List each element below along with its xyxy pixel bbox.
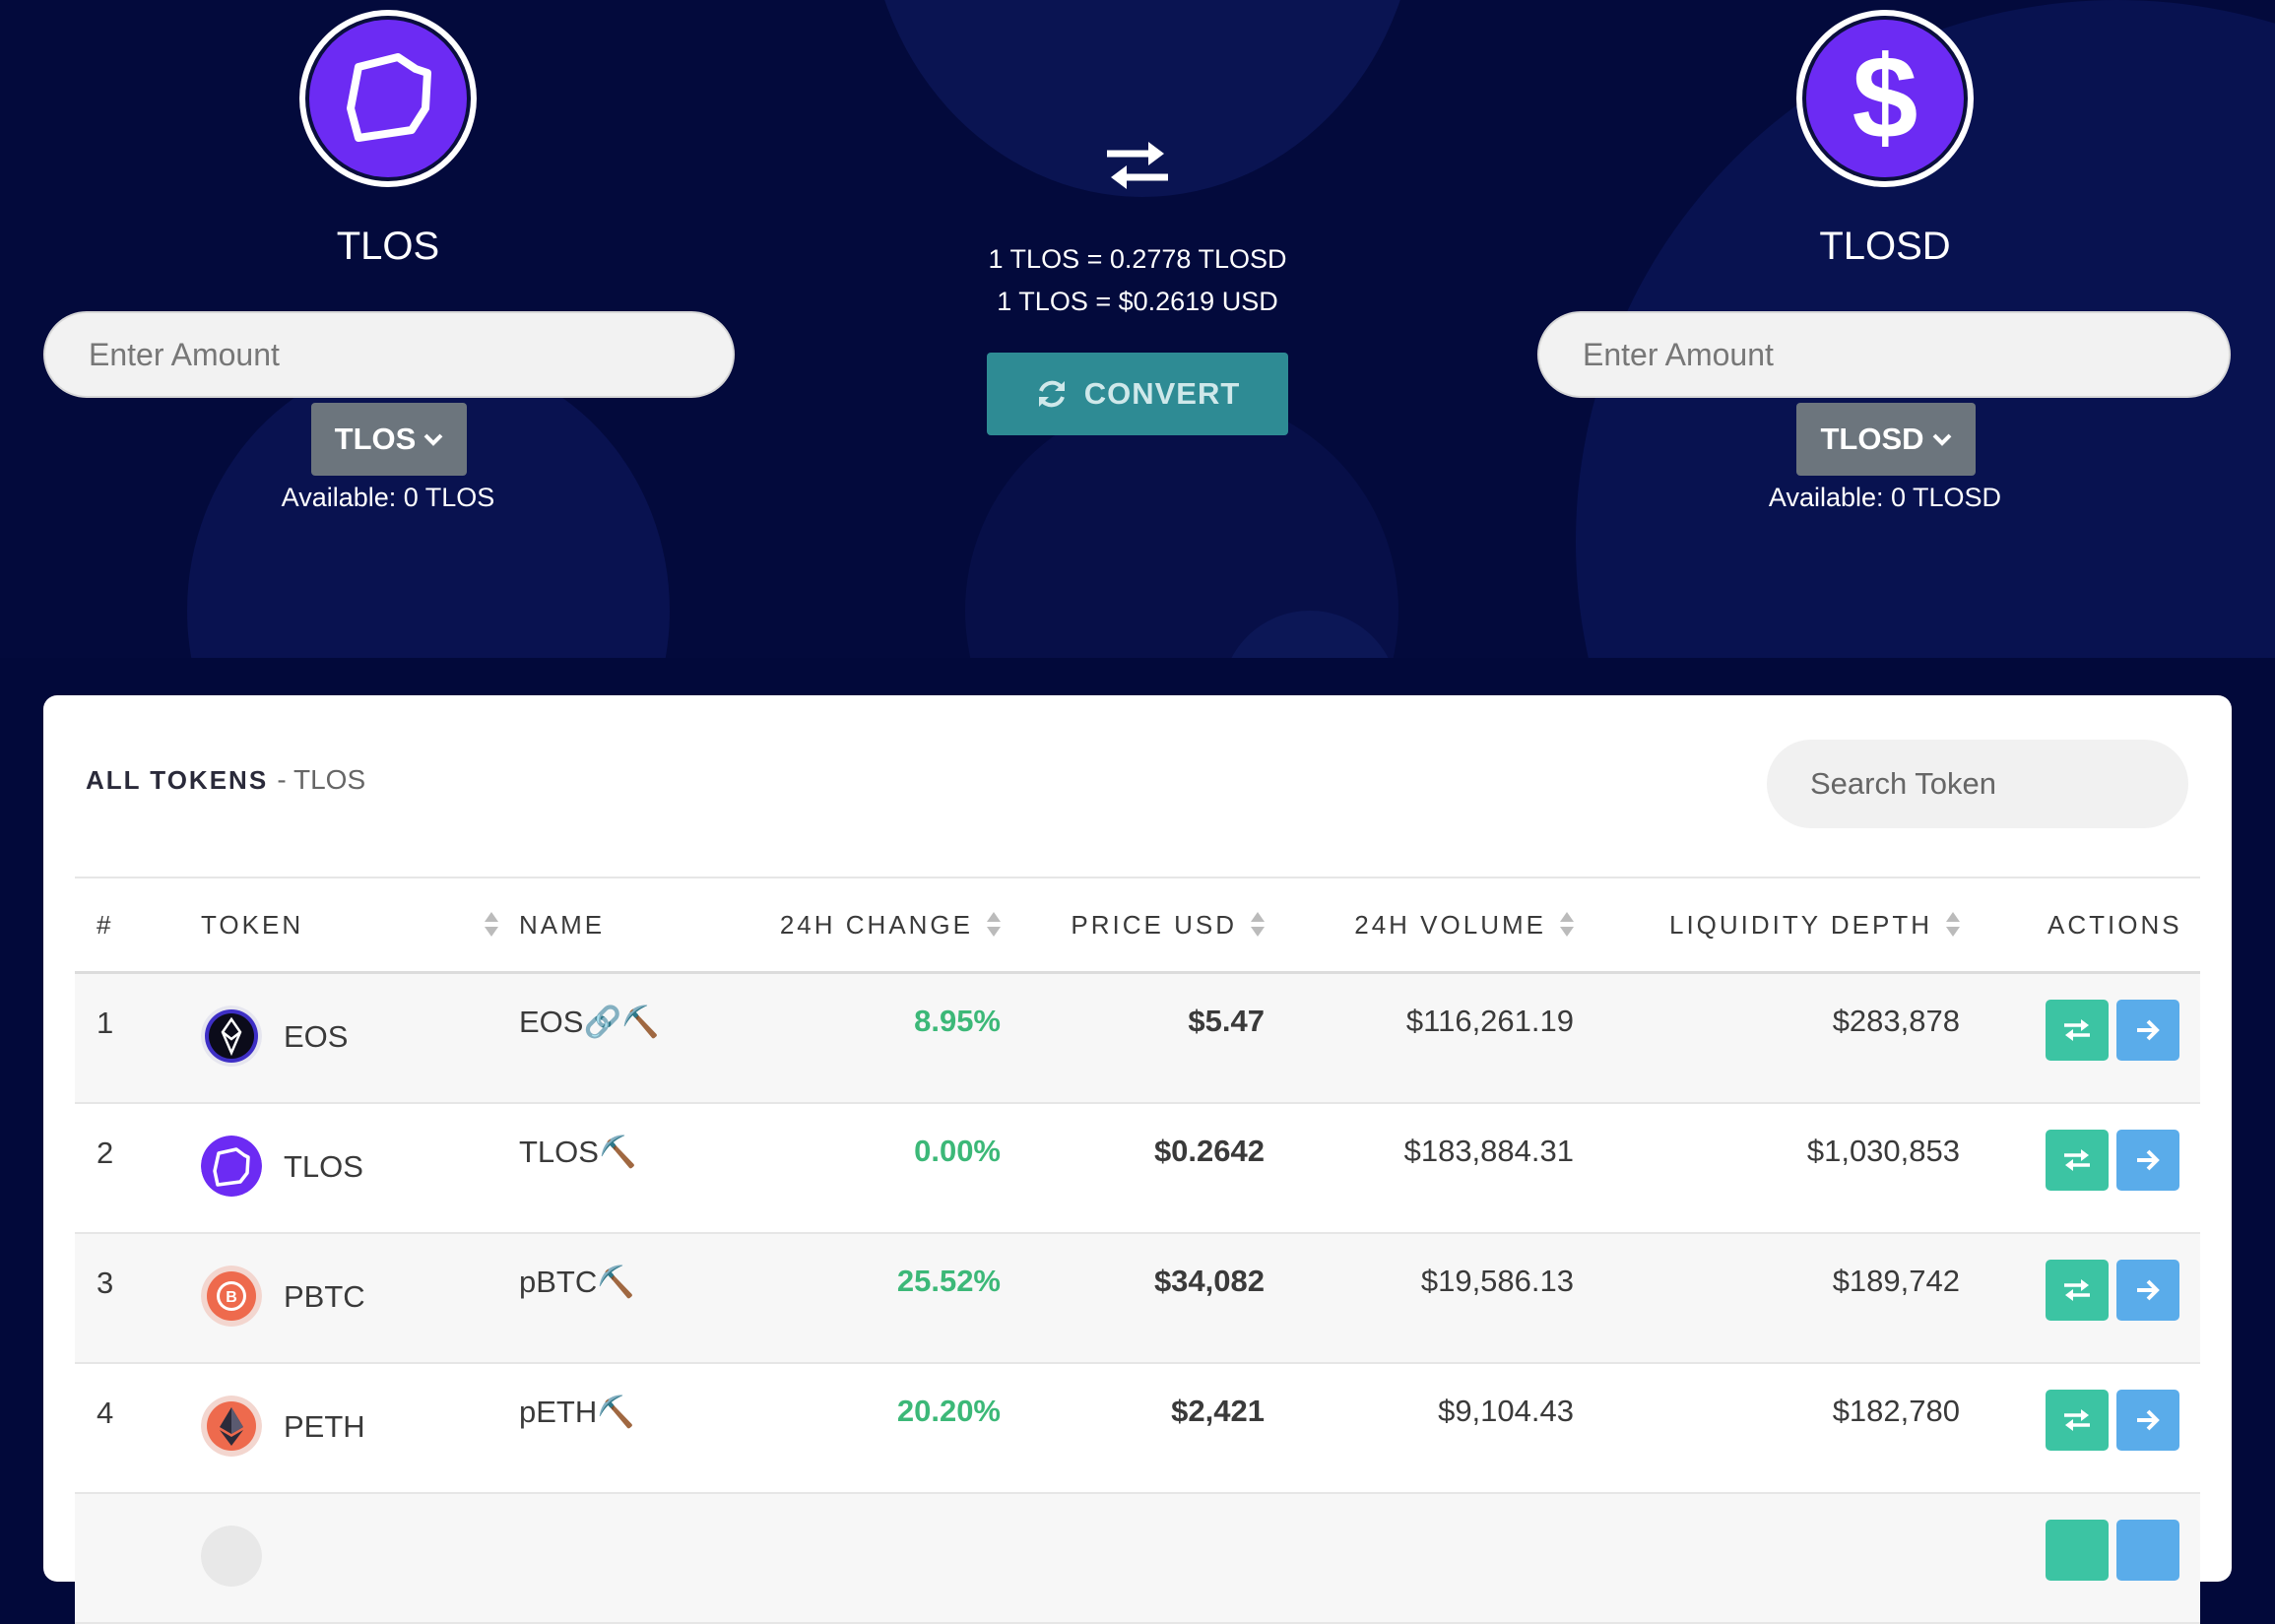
convert-button[interactable]: CONVERT — [987, 353, 1288, 435]
tokens-table: # TOKEN NAME 24H CHANGE PRICE USD 24H VO… — [75, 877, 2200, 1624]
trade-action-button[interactable] — [2116, 1130, 2179, 1191]
dollar-coin-icon: $ — [1796, 10, 1974, 187]
to-amount-input[interactable] — [1537, 311, 2231, 398]
swap-action-button[interactable] — [2046, 1260, 2109, 1321]
table-row: 4 PETH pETH⛏️ 20.20% $2,421 $9,104.43 $1… — [75, 1364, 2200, 1494]
row-liquidity-depth: $182,780 — [1832, 1394, 1960, 1428]
swap-action-button[interactable] — [2046, 1520, 2109, 1581]
token-rate: 1 TLOS = 0.2778 TLOSD — [988, 244, 1287, 274]
from-available-balance: Available: 0 TLOS — [281, 483, 495, 512]
tokens-card: ALL TOKENS - TLOS # TOKEN NAME 24H CHANG… — [43, 695, 2232, 1624]
row-rank: 1 — [97, 1006, 114, 1040]
swap-arrows-icon[interactable] — [1103, 138, 1172, 193]
tokens-title-sub: - TLOS — [277, 764, 366, 795]
from-token-symbol: TLOS — [336, 225, 440, 268]
swap-arrows-icon — [2064, 1409, 2090, 1431]
refresh-icon — [1038, 380, 1065, 408]
tokens-title: ALL TOKENS - TLOS — [86, 764, 365, 796]
row-token-symbol[interactable]: PETH — [284, 1409, 365, 1445]
telos-icon — [201, 1136, 262, 1197]
arrow-right-icon — [2137, 1019, 2160, 1041]
row-token-symbol[interactable]: PBTC — [284, 1279, 365, 1315]
row-liquidity-depth: $283,878 — [1832, 1004, 1960, 1038]
token-icon — [201, 1526, 262, 1587]
row-24h-volume: $183,884.31 — [1403, 1134, 1574, 1168]
table-header: # TOKEN NAME 24H CHANGE PRICE USD 24H VO… — [75, 877, 2200, 974]
row-token-name: pETH⛏️ — [519, 1395, 635, 1429]
row-24h-volume: $9,104.43 — [1438, 1394, 1574, 1428]
row-liquidity-depth: $1,030,853 — [1806, 1134, 1960, 1168]
swap-arrows-icon — [2064, 1279, 2090, 1301]
row-24h-change: 8.95% — [914, 1004, 1001, 1038]
from-token-selector-label: TLOS — [334, 422, 417, 456]
arrow-right-icon — [2137, 1149, 2160, 1171]
sort-icon[interactable] — [1946, 912, 1960, 938]
row-token-symbol[interactable]: EOS — [284, 1019, 348, 1055]
arrow-right-icon — [2137, 1279, 2160, 1301]
trade-action-button[interactable] — [2116, 1000, 2179, 1061]
row-rank: 4 — [97, 1396, 114, 1430]
eos-icon — [201, 1006, 262, 1067]
to-token-selector[interactable]: TLOSD — [1796, 403, 1976, 476]
usd-rate: 1 TLOS = $0.2619 USD — [997, 287, 1278, 316]
sort-icon[interactable] — [485, 912, 498, 938]
column-header-rank: # — [97, 909, 114, 940]
swap-action-button[interactable] — [2046, 1000, 2109, 1061]
to-token-symbol: TLOSD — [1819, 225, 1951, 268]
row-price-usd: $0.2642 — [1153, 1134, 1265, 1168]
column-header-token[interactable]: TOKEN — [201, 878, 498, 971]
sort-icon[interactable] — [1560, 912, 1574, 938]
row-liquidity-depth: $189,742 — [1832, 1264, 1960, 1298]
swap-action-button[interactable] — [2046, 1390, 2109, 1451]
svg-text:B: B — [226, 1289, 237, 1306]
arrow-right-icon — [2137, 1409, 2160, 1431]
swap-arrows-icon — [2064, 1149, 2090, 1171]
row-token-name: pBTC⛏️ — [519, 1265, 635, 1299]
chevron-down-icon — [423, 433, 443, 446]
row-24h-change: 0.00% — [914, 1134, 1001, 1168]
column-header-24h-change[interactable]: 24H CHANGE — [780, 878, 1001, 971]
row-24h-volume: $19,586.13 — [1420, 1264, 1574, 1298]
table-row: 3 B PBTC pBTC⛏️ 25.52% $34,082 $19,586.1… — [75, 1234, 2200, 1364]
tokens-title-main: ALL TOKENS — [86, 765, 269, 795]
table-row: 1 EOS EOS🔗⛏️ 8.95% $5.47 $116,261.19 $28… — [75, 974, 2200, 1104]
converter-panel: TLOS TLOS Available: 0 TLOS 1 TLOS = 0.2… — [0, 0, 2275, 658]
trade-action-button[interactable] — [2116, 1390, 2179, 1451]
row-24h-change: 20.20% — [896, 1394, 1001, 1428]
row-token-symbol[interactable]: TLOS — [284, 1149, 363, 1185]
table-row — [75, 1494, 2200, 1624]
trade-action-button[interactable] — [2116, 1520, 2179, 1581]
convert-label: CONVERT — [1083, 376, 1241, 411]
from-token-selector[interactable]: TLOS — [311, 403, 467, 476]
column-header-actions: ACTIONS — [2048, 909, 2182, 940]
svg-text:$: $ — [1852, 39, 1918, 158]
chevron-down-icon — [1932, 433, 1951, 446]
row-24h-change: 25.52% — [896, 1264, 1001, 1298]
row-token-name: EOS🔗⛏️ — [519, 1005, 660, 1039]
row-price-usd: $2,421 — [1171, 1394, 1265, 1428]
pbtc-icon: B — [201, 1266, 262, 1327]
to-available-balance: Available: 0 TLOSD — [1768, 483, 2002, 512]
telos-coin-icon — [299, 10, 477, 187]
column-header-name: NAME — [519, 909, 606, 940]
from-amount-input[interactable] — [43, 311, 735, 398]
to-token-selector-label: TLOSD — [1820, 422, 1924, 456]
peth-icon — [201, 1396, 262, 1457]
sort-icon[interactable] — [987, 912, 1001, 938]
column-header-liquidity-depth[interactable]: LIQUIDITY DEPTH — [1669, 878, 1960, 971]
trade-action-button[interactable] — [2116, 1260, 2179, 1321]
swap-action-button[interactable] — [2046, 1130, 2109, 1191]
row-price-usd: $34,082 — [1153, 1264, 1265, 1298]
sort-icon[interactable] — [1251, 912, 1265, 938]
swap-arrows-icon — [2064, 1019, 2090, 1041]
column-header-24h-volume[interactable]: 24H VOLUME — [1354, 878, 1574, 971]
row-rank: 2 — [97, 1136, 114, 1170]
search-token-input[interactable] — [1767, 740, 2188, 828]
row-price-usd: $5.47 — [1188, 1004, 1265, 1038]
row-token-name: TLOS⛏️ — [519, 1135, 637, 1169]
row-24h-volume: $116,261.19 — [1405, 1004, 1574, 1038]
row-rank: 3 — [97, 1266, 114, 1300]
table-row: 2 TLOS TLOS⛏️ 0.00% $0.2642 $183,884.31 … — [75, 1104, 2200, 1234]
column-header-price-usd[interactable]: PRICE USD — [1071, 878, 1265, 971]
